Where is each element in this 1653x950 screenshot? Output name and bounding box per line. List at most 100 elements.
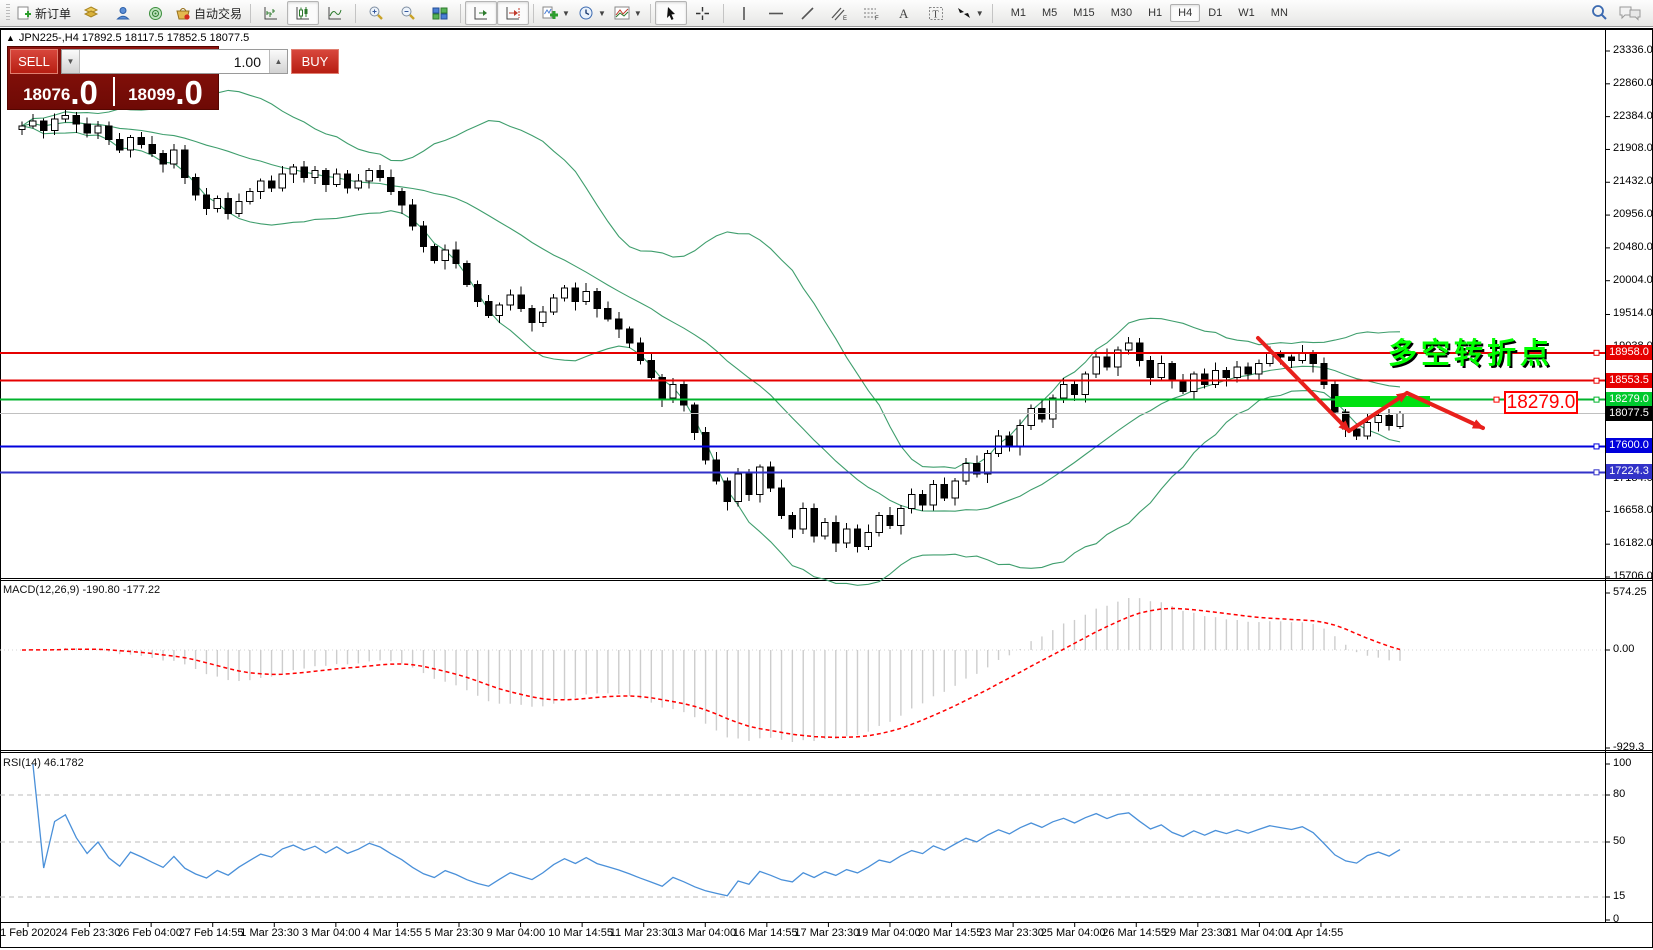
buy-price-frac: .0 xyxy=(175,79,203,107)
toolbar-right xyxy=(1590,4,1642,22)
auto-trading-icon xyxy=(175,6,191,21)
line-chart-button[interactable] xyxy=(319,1,351,25)
equidistant-channel-icon: E xyxy=(831,6,848,21)
new-order-label: 新订单 xyxy=(35,5,71,22)
bar-chart-icon xyxy=(263,6,279,21)
buy-price[interactable]: 18099.0 xyxy=(113,74,218,109)
tile-windows-button[interactable] xyxy=(424,1,456,25)
chart-shift-button[interactable] xyxy=(497,1,529,25)
market-watch-button[interactable] xyxy=(75,1,107,25)
timeframe-m1[interactable]: M1 xyxy=(1003,4,1034,22)
dropdown-caret-icon: ▼ xyxy=(598,9,606,18)
chart-shift-icon xyxy=(505,6,521,21)
new-order-icon xyxy=(17,6,32,21)
trade-panel-prices: 18076.0 18099.0 xyxy=(8,74,218,109)
vertical-line-button[interactable] xyxy=(728,1,760,25)
macd-label: MACD(12,26,9) -190.80 -177.22 xyxy=(3,584,160,596)
chart-ohlc-info: ▲ JPN225-,H4 17892.5 18117.5 17852.5 1807… xyxy=(6,32,249,44)
tile-windows-icon xyxy=(432,6,448,21)
dropdown-caret-icon: ▼ xyxy=(562,9,570,18)
candlestick-chart-button[interactable] xyxy=(287,1,319,25)
sell-price-main: 18076 xyxy=(23,83,70,107)
vertical-line-icon xyxy=(737,6,751,21)
trendline-button[interactable] xyxy=(792,1,824,25)
cursor-icon xyxy=(664,6,678,21)
timeframe-h4[interactable]: H4 xyxy=(1170,4,1200,22)
dropdown-caret-icon: ▼ xyxy=(976,9,984,18)
dropdown-caret-icon: ▼ xyxy=(634,9,642,18)
profile-icon xyxy=(116,6,131,21)
chart-canvas[interactable] xyxy=(0,0,1653,950)
toolbar-separator xyxy=(533,4,534,23)
signal-icon xyxy=(148,6,163,21)
bar-chart-button[interactable] xyxy=(255,1,287,25)
turning-point-annotation[interactable]: 多空转折点 xyxy=(1388,330,1553,372)
volume-decrease-button[interactable]: ▼ xyxy=(62,50,80,73)
text-button[interactable]: A xyxy=(888,1,920,25)
volume-input[interactable] xyxy=(80,50,269,73)
clock-icon xyxy=(578,5,594,21)
timeframe-m30[interactable]: M30 xyxy=(1103,4,1140,22)
templates-button[interactable]: ▼ xyxy=(610,1,646,25)
buy-button[interactable]: BUY xyxy=(291,49,339,74)
horizontal-line-icon xyxy=(768,6,784,21)
zoom-in-icon xyxy=(368,5,384,21)
sell-price[interactable]: 18076.0 xyxy=(8,74,113,109)
indicators-button[interactable]: ▼ xyxy=(538,1,574,25)
horizontal-line-button[interactable] xyxy=(760,1,792,25)
one-click-trading-panel: SELL ▼ ▲ BUY 18076.0 18099.0 xyxy=(7,46,219,110)
timeframe-d1[interactable]: D1 xyxy=(1200,4,1230,22)
indicators-icon xyxy=(542,6,558,21)
zoom-in-button[interactable] xyxy=(360,1,392,25)
toolbar-separator xyxy=(355,4,356,23)
arrows-button[interactable]: ▼ xyxy=(952,1,988,25)
svg-text:A: A xyxy=(899,6,909,21)
channel-button[interactable]: E xyxy=(824,1,856,25)
volume-increase-button[interactable]: ▲ xyxy=(269,50,287,73)
fibonacci-icon: F xyxy=(863,6,880,21)
auto-scroll-button[interactable] xyxy=(465,1,497,25)
svg-text:E: E xyxy=(843,16,847,21)
toolbar-grip[interactable] xyxy=(6,4,10,22)
arrows-icon xyxy=(956,6,972,20)
ohlc-text: JPN225-,H4 17892.5 18117.5 17852.5 18077… xyxy=(19,32,249,44)
signals-button[interactable] xyxy=(139,1,171,25)
auto-scroll-icon xyxy=(473,6,489,21)
profile-button[interactable] xyxy=(107,1,139,25)
trendline-icon xyxy=(800,6,815,21)
toolbar-separator xyxy=(723,4,724,23)
candlestick-chart-icon xyxy=(295,6,311,21)
timeframe-h1[interactable]: H1 xyxy=(1140,4,1170,22)
layers-icon xyxy=(83,6,99,20)
toolbar-separator xyxy=(992,4,993,23)
sell-button[interactable]: SELL xyxy=(10,49,58,74)
toolbar-separator xyxy=(650,4,651,23)
new-order-button[interactable]: 新订单 xyxy=(13,1,75,25)
timeframe-group: M1M5M15M30H1H4D1W1MN xyxy=(1003,4,1296,22)
auto-trading-label: 自动交易 xyxy=(194,5,242,22)
price-flag-label[interactable]: 18279.0 xyxy=(1504,391,1578,414)
text-label-button[interactable]: T xyxy=(920,1,952,25)
cursor-button[interactable] xyxy=(655,1,687,25)
crosshair-button[interactable] xyxy=(687,1,719,25)
timeframe-m15[interactable]: M15 xyxy=(1065,4,1102,22)
expand-triangle-icon[interactable]: ▲ xyxy=(6,33,15,43)
toolbar-separator xyxy=(250,4,251,23)
svg-text:T: T xyxy=(932,9,938,20)
timeframe-w1[interactable]: W1 xyxy=(1230,4,1263,22)
buy-price-main: 18099 xyxy=(128,83,175,107)
svg-text:F: F xyxy=(875,16,879,21)
toolbar-separator xyxy=(460,4,461,23)
periods-button[interactable]: ▼ xyxy=(574,1,610,25)
fibonacci-button[interactable]: F xyxy=(856,1,888,25)
toolbar: 新订单 自动交易 ▼ ▼ xyxy=(0,0,1653,27)
zoom-out-icon xyxy=(400,5,416,21)
auto-trading-button[interactable]: 自动交易 xyxy=(171,1,246,25)
chat-icon[interactable] xyxy=(1618,4,1642,22)
templates-icon xyxy=(614,6,630,21)
timeframe-mn[interactable]: MN xyxy=(1263,4,1296,22)
zoom-out-button[interactable] xyxy=(392,1,424,25)
search-icon[interactable] xyxy=(1590,4,1608,22)
timeframe-m5[interactable]: M5 xyxy=(1034,4,1065,22)
sell-price-frac: .0 xyxy=(70,79,98,107)
